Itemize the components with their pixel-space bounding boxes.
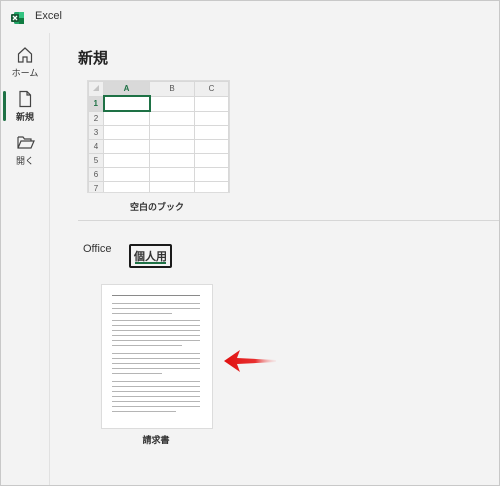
doc-line — [112, 368, 200, 369]
new-document-icon — [19, 90, 32, 108]
doc-line — [112, 330, 200, 331]
excel-logo-icon — [11, 12, 24, 24]
doc-line — [112, 345, 182, 346]
active-tab-indicator — [135, 262, 166, 264]
sidebar-item-open[interactable]: 開く — [1, 127, 49, 173]
divider — [78, 220, 499, 221]
column-header: C — [194, 81, 229, 97]
select-all-icon — [93, 84, 99, 91]
sidebar-item-label: ホーム — [11, 69, 39, 79]
doc-line — [112, 313, 172, 314]
doc-line — [112, 406, 200, 407]
page-title: 新規 — [78, 49, 109, 67]
invoice-template-label[interactable]: 請求書 — [116, 433, 196, 446]
invoice-template-thumbnail[interactable] — [101, 284, 213, 429]
column-header: A — [103, 81, 150, 97]
row-header: 3 — [88, 125, 104, 140]
sidebar-item-new[interactable]: 新規 — [1, 83, 49, 129]
active-cell — [102, 95, 151, 112]
doc-line — [112, 373, 162, 374]
row-header: 1 — [88, 95, 104, 112]
doc-line — [112, 320, 200, 321]
doc-line — [112, 308, 200, 309]
doc-line — [112, 303, 200, 304]
app-title: Excel — [35, 10, 62, 22]
doc-line — [112, 411, 176, 412]
doc-line — [112, 295, 200, 296]
red-arrow-icon — [224, 350, 276, 372]
doc-line — [112, 358, 200, 359]
row-header: 5 — [88, 153, 104, 168]
sidebar-item-label: 開く — [15, 157, 34, 167]
sidebar-item-label: 新規 — [15, 113, 34, 123]
row-header: 4 — [88, 139, 104, 154]
doc-line — [112, 401, 200, 402]
doc-line — [112, 391, 200, 392]
doc-line — [112, 381, 200, 382]
doc-line — [112, 396, 200, 397]
excel-window: Excel ホーム 新規 開く 新規 A B C 1 2 3 4 5 6 7 空… — [0, 0, 500, 486]
tab-personal[interactable]: 個人用 — [129, 244, 172, 268]
grid-corner — [88, 81, 104, 97]
doc-line — [112, 340, 200, 341]
doc-line — [112, 363, 200, 364]
blank-workbook-template[interactable]: A B C 1 2 3 4 5 6 7 — [87, 80, 230, 193]
doc-line — [112, 335, 200, 336]
title-bar: Excel — [1, 1, 499, 33]
row-header: 7 — [88, 181, 104, 192]
sidebar-item-home[interactable]: ホーム — [1, 39, 49, 85]
backstage-sidebar: ホーム 新規 開く — [1, 33, 50, 485]
blank-workbook-grid: A B C 1 2 3 4 5 6 7 — [88, 81, 229, 192]
home-icon — [17, 47, 33, 63]
folder-open-icon — [17, 136, 35, 149]
row-header: 2 — [88, 110, 104, 126]
column-header: B — [149, 81, 195, 97]
doc-line — [112, 325, 200, 326]
doc-line — [112, 353, 200, 354]
doc-line — [112, 386, 200, 387]
new-pane: 新規 A B C 1 2 3 4 5 6 7 空白のブック Office 個人用… — [50, 33, 499, 485]
tab-office[interactable]: Office — [83, 243, 112, 255]
row-header: 6 — [88, 167, 104, 182]
blank-workbook-label[interactable]: 空白のブック — [107, 200, 207, 213]
